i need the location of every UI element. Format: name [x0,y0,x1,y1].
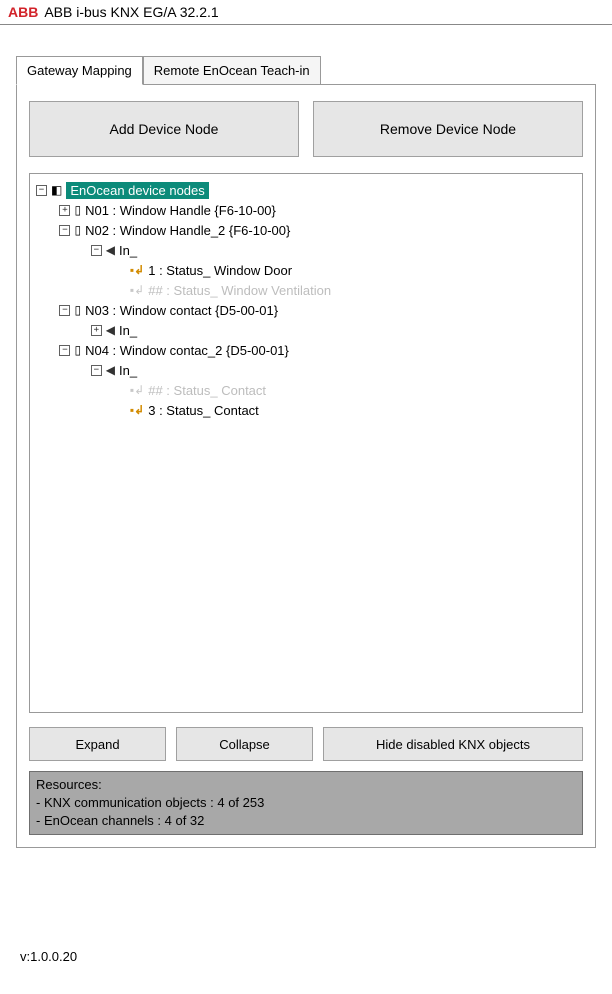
version-label: v:1.0.0.20 [20,949,77,964]
collapse-icon[interactable]: − [59,225,70,236]
tree-object-n04-3[interactable]: ▪↲ 3 : Status_ Contact [36,400,576,420]
device-icon: ▯ [74,343,81,357]
collapse-icon[interactable]: − [36,185,47,196]
resources-panel: Resources: - KNX communication objects :… [29,771,583,835]
tree-object-label: 1 : Status_ Window Door [148,263,292,278]
add-device-node-button[interactable]: Add Device Node [29,101,299,157]
abb-logo: ABB [8,4,38,20]
main-panel: Add Device Node Remove Device Node − ◧ E… [16,85,596,848]
tree-node-label: In_ [119,363,137,378]
tree-node-label: N03 : Window contact {D5-00-01} [85,303,278,318]
tree-object-n02-disabled[interactable]: ▪↲ ## : Status_ Window Ventilation [36,280,576,300]
collapse-icon[interactable]: − [59,345,70,356]
knx-object-icon: ▪↲ [130,283,144,297]
tree-node-n04[interactable]: − ▯ N04 : Window contac_2 {D5-00-01} [36,340,576,360]
knx-object-icon: ▪↲ [130,383,144,397]
tree-node-n03[interactable]: − ▯ N03 : Window contact {D5-00-01} [36,300,576,320]
expand-icon[interactable]: + [91,325,102,336]
hide-disabled-button[interactable]: Hide disabled KNX objects [323,727,583,761]
remove-device-node-button[interactable]: Remove Device Node [313,101,583,157]
tree-node-n02-in[interactable]: − ◀ In_ [36,240,576,260]
tree-node-label: In_ [119,323,137,338]
window-titlebar: ABB ABB i-bus KNX EG/A 32.2.1 [0,0,612,25]
input-arrow-icon: ◀ [106,323,115,337]
tree-node-label: N01 : Window Handle {F6-10-00} [85,203,276,218]
device-icon: ▯ [74,223,81,237]
tab-remote-teachin[interactable]: Remote EnOcean Teach-in [143,56,321,85]
resources-knx-line: - KNX communication objects : 4 of 253 [36,794,576,812]
tab-strip: Gateway Mapping Remote EnOcean Teach-in [16,55,596,85]
device-icon: ▯ [74,303,81,317]
resources-title: Resources: [36,776,576,794]
tree-node-label: In_ [119,243,137,258]
collapse-button[interactable]: Collapse [176,727,313,761]
tree-node-n01[interactable]: + ▯ N01 : Window Handle {F6-10-00} [36,200,576,220]
tree-node-n04-in[interactable]: − ◀ In_ [36,360,576,380]
input-arrow-icon: ◀ [106,243,115,257]
gateway-icon: ◧ [51,183,62,197]
resources-enocean-line: - EnOcean channels : 4 of 32 [36,812,576,830]
collapse-icon[interactable]: − [91,245,102,256]
tree-node-label: N04 : Window contac_2 {D5-00-01} [85,343,289,358]
tree-root-label: EnOcean device nodes [66,182,208,199]
tree-node-label: N02 : Window Handle_2 {F6-10-00} [85,223,290,238]
tree-node-n02[interactable]: − ▯ N02 : Window Handle_2 {F6-10-00} [36,220,576,240]
input-arrow-icon: ◀ [106,363,115,377]
tree-action-row: Expand Collapse Hide disabled KNX object… [29,727,583,761]
device-button-row: Add Device Node Remove Device Node [29,101,583,157]
knx-object-icon: ▪↲ [130,263,144,277]
collapse-icon[interactable]: − [59,305,70,316]
tree-object-label: ## : Status_ Contact [148,383,266,398]
tree-object-n02-1[interactable]: ▪↲ 1 : Status_ Window Door [36,260,576,280]
tree-object-n04-disabled[interactable]: ▪↲ ## : Status_ Contact [36,380,576,400]
tab-gateway-mapping[interactable]: Gateway Mapping [16,56,143,85]
device-icon: ▯ [74,203,81,217]
expand-icon[interactable]: + [59,205,70,216]
expand-button[interactable]: Expand [29,727,166,761]
tree-object-label: 3 : Status_ Contact [148,403,259,418]
tree-object-label: ## : Status_ Window Ventilation [148,283,331,298]
knx-object-icon: ▪↲ [130,403,144,417]
device-tree[interactable]: − ◧ EnOcean device nodes + ▯ N01 : Windo… [29,173,583,713]
tree-node-n03-in[interactable]: + ◀ In_ [36,320,576,340]
window-title: ABB i-bus KNX EG/A 32.2.1 [44,4,218,20]
tree-root-node[interactable]: − ◧ EnOcean device nodes [36,180,576,200]
collapse-icon[interactable]: − [91,365,102,376]
